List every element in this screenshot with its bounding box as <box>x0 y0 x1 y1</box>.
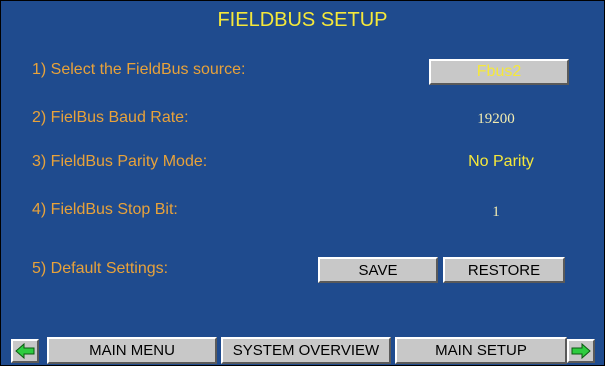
stop-bit-value[interactable]: 1 <box>471 204 521 221</box>
prev-page-button[interactable] <box>11 339 39 363</box>
arrow-left-icon <box>15 343 35 359</box>
next-page-button[interactable] <box>567 339 595 363</box>
baud-rate-label: 2) FielBus Baud Rate: <box>32 109 189 126</box>
page-title: FIELDBUS SETUP <box>217 9 388 31</box>
fieldbus-setup-screen: FIELDBUS SETUP 1) Select the FieldBus so… <box>0 0 605 366</box>
system-overview-button[interactable]: SYSTEM OVERVIEW <box>221 337 391 364</box>
bottom-nav-bar: MAIN MENU SYSTEM OVERVIEW MAIN SETUP <box>1 336 604 365</box>
arrow-right-icon <box>571 343 591 359</box>
parity-mode-label: 3) FieldBus Parity Mode: <box>32 153 208 170</box>
source-label: 1) Select the FieldBus source: <box>32 61 246 78</box>
restore-button[interactable]: RESTORE <box>443 257 565 283</box>
save-button[interactable]: SAVE <box>318 257 438 283</box>
main-setup-button[interactable]: MAIN SETUP <box>395 337 567 364</box>
baud-rate-value[interactable]: 19200 <box>441 111 551 128</box>
stop-bit-label: 4) FieldBus Stop Bit: <box>32 201 178 218</box>
fieldbus-source-button[interactable]: Fbus2 <box>429 59 569 85</box>
parity-mode-value[interactable]: No Parity <box>441 153 561 171</box>
main-menu-button[interactable]: MAIN MENU <box>47 337 217 364</box>
default-settings-label: 5) Default Settings: <box>32 260 169 277</box>
